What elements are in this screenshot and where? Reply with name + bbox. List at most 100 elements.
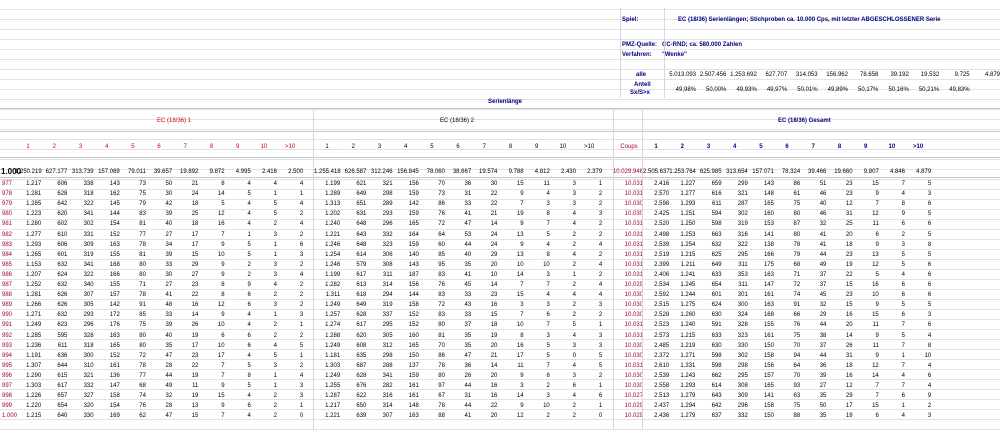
row-g2-value: 161 bbox=[408, 393, 419, 400]
row-g3-value: 153 bbox=[763, 221, 774, 228]
row-g1-value: 1 bbox=[273, 241, 277, 248]
row-g1-value: 50 bbox=[165, 181, 173, 187]
row-g3-value: 2.570 bbox=[654, 191, 670, 198]
row-g2-value: 635 bbox=[356, 352, 367, 359]
row-g1-value: 2 bbox=[273, 413, 277, 420]
row-g3-value: 302 bbox=[737, 352, 748, 359]
row-g2-value: 305 bbox=[382, 332, 393, 339]
row-g1-value: 5 bbox=[247, 383, 251, 389]
row-g1-value: 7 bbox=[221, 231, 225, 238]
coups-header: Coups bbox=[620, 144, 638, 150]
row-g1-value: 338 bbox=[83, 181, 94, 187]
row-g1-value: 47 bbox=[165, 352, 173, 359]
col-header-g2: 8 bbox=[508, 144, 513, 150]
row-g2-value: 83 bbox=[438, 312, 445, 319]
row-g2-value: 47 bbox=[464, 352, 472, 359]
row-g2-value: 341 bbox=[382, 372, 393, 379]
row-g1-value: 4 bbox=[299, 271, 304, 278]
row-g2-value: 5 bbox=[546, 342, 550, 349]
row-g2-value: 1.217 bbox=[325, 403, 341, 410]
row-g3-value: 2.498 bbox=[654, 231, 670, 238]
total-g1: 313.739 bbox=[71, 169, 94, 175]
row-g2-value: 144 bbox=[408, 292, 419, 299]
row-g1-value: 42 bbox=[165, 201, 173, 208]
row-g3-value: 321 bbox=[737, 191, 748, 198]
row-g1-value: 5 bbox=[247, 241, 251, 248]
row-g3-value: 63 bbox=[793, 393, 801, 400]
row-g2-value: 80 bbox=[438, 322, 445, 329]
row-g1-value: 19 bbox=[191, 372, 199, 379]
row-g3-value: 23 bbox=[845, 191, 853, 198]
row-g1-value: 4 bbox=[299, 181, 304, 187]
row-g1-value: 1.252 bbox=[26, 282, 42, 288]
row-g3-value: 649 bbox=[711, 261, 722, 268]
row-g2-value: 159 bbox=[408, 241, 419, 248]
row-g2-value: 2 bbox=[572, 231, 576, 238]
row-g2-value: 1.246 bbox=[325, 241, 341, 248]
row-g3-value: 1.219 bbox=[680, 342, 696, 349]
row-coups: 10.031 bbox=[624, 362, 643, 369]
row-g2-value: 26 bbox=[464, 372, 472, 379]
row-coups: 10.027 bbox=[624, 393, 643, 400]
row-g1-value: 12 bbox=[217, 302, 225, 309]
col-header-g2: 7 bbox=[482, 144, 486, 150]
row-g2-value: 1.255 bbox=[325, 383, 341, 389]
row-g3-value: 10 bbox=[872, 292, 879, 299]
row-g1-value: 1 bbox=[273, 251, 277, 258]
row-g1-value: 1.303 bbox=[26, 383, 42, 389]
row-g3-value: 7 bbox=[901, 181, 905, 187]
alle-label: alle bbox=[636, 72, 647, 78]
row-g2-value: 307 bbox=[382, 413, 393, 420]
row-g2-value: 37 bbox=[464, 322, 472, 329]
row-g3-value: 9 bbox=[875, 241, 879, 248]
row-g1-value: 75 bbox=[139, 322, 146, 329]
row-g3-value: 2.528 bbox=[654, 312, 670, 319]
row-g3-value: 2.539 bbox=[654, 372, 670, 379]
row-g3-value: 15 bbox=[872, 312, 879, 319]
alle-value: 314.053 bbox=[795, 72, 818, 78]
row-g3-value: 7 bbox=[901, 322, 905, 329]
row-g1-value: 22 bbox=[191, 292, 199, 299]
row-g3-value: 311 bbox=[738, 261, 748, 268]
row-g3-value: 31 bbox=[845, 352, 853, 359]
row-g3-value: 662 bbox=[711, 372, 722, 379]
row-g2-value: 10 bbox=[516, 322, 524, 329]
row-g3-value: 16 bbox=[845, 372, 853, 379]
row-g2-value: 3 bbox=[572, 191, 576, 198]
row-g1-value: 23 bbox=[191, 282, 199, 288]
row-g1-value: 62 bbox=[139, 413, 146, 420]
group-title-1: EC (18/36) 1 bbox=[157, 118, 192, 124]
row-g3-value: 332 bbox=[737, 413, 748, 420]
row-g2-value: 0 bbox=[598, 413, 603, 420]
row-g2-value: 9 bbox=[520, 241, 524, 248]
row-g2-value: 29 bbox=[490, 251, 498, 258]
row-g1-value: 78 bbox=[139, 241, 146, 248]
row-g2-value: 70 bbox=[438, 342, 445, 349]
row-g1-value: 1 bbox=[299, 352, 304, 359]
row-g2-value: 43 bbox=[464, 302, 472, 309]
row-g2-value: 24 bbox=[490, 231, 498, 238]
row-g1-value: 318 bbox=[83, 191, 94, 198]
row-g2-value: 15 bbox=[516, 292, 524, 299]
row-coups: 10.030 bbox=[624, 342, 643, 349]
row-g3-value: 7 bbox=[875, 393, 879, 400]
row-g2-value: 22 bbox=[490, 201, 498, 208]
row-g2-value: 14 bbox=[490, 362, 498, 369]
row-g2-value: 13 bbox=[516, 231, 524, 238]
row-g2-value: 298 bbox=[382, 352, 393, 359]
row-g2-value: 3 bbox=[546, 271, 550, 278]
row-g1-value: 74 bbox=[139, 393, 146, 400]
col-header-g3: 2 bbox=[680, 144, 684, 150]
alle-value: 156.962 bbox=[826, 72, 848, 78]
row-g3-value: 14 bbox=[872, 372, 879, 379]
row-g1-value: 5 bbox=[247, 251, 251, 258]
row-g1-value: 644 bbox=[57, 362, 68, 369]
row-g3-value: 633 bbox=[711, 332, 722, 339]
row-g2-value: 16 bbox=[490, 393, 498, 400]
alle-value: 39.192 bbox=[890, 72, 909, 78]
row-g3-value: 18 bbox=[845, 362, 853, 369]
row-g3-value: 624 bbox=[711, 302, 722, 309]
row-g1-value: 163 bbox=[109, 332, 120, 339]
row-g3-value: 143 bbox=[763, 181, 774, 187]
row-coups: 10.030 bbox=[624, 312, 643, 319]
